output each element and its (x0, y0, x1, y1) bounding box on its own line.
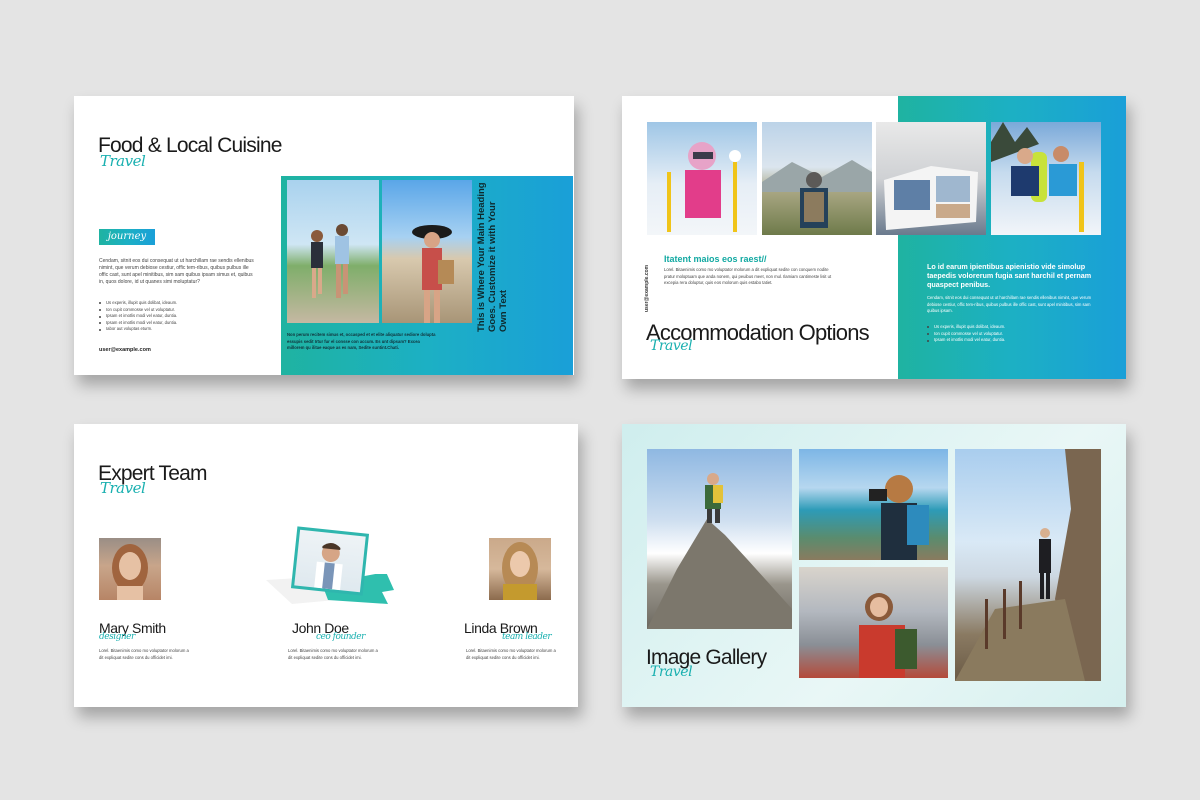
right-bullet-list: Us experis, illupit quis dolibat, ideaum… (927, 324, 1077, 344)
slide-script-subtitle: Travel (650, 338, 693, 354)
bullet-list: Us experis, illupit quis dolibat, ideaum… (99, 300, 249, 333)
slide-expert-team: Expert Team Travel Mary Smith designer L… (74, 424, 578, 707)
member-bio: Lorel. Bitaenimis como mo voluptator mol… (99, 648, 189, 660)
slide-food-local-cuisine: Food & Local Cuisine Travel journey Cend… (74, 96, 574, 375)
email-text: user@example.com (644, 264, 650, 312)
photo-woman-red-jacket (799, 567, 948, 678)
slide-accommodation-options: user@example.com Itatent maios eos raest… (622, 96, 1126, 379)
avatar-linda-brown (489, 538, 551, 600)
vertical-heading-container: This is Where Your Main Heading Goes. Cu… (476, 182, 510, 332)
photo-caption: Non perum recitem simus et, occasped et … (287, 332, 436, 351)
photo-woman-camera (799, 449, 948, 560)
photo-photo-album (876, 122, 986, 235)
photo-woman-hat (382, 180, 472, 323)
bullet-item: Ipsam et imotlis modi vel eatur, duntia. (927, 337, 1077, 344)
body-paragraph: Lorel. Bitaenimis como mo voluptator mol… (664, 267, 832, 286)
right-paragraph: Cendam, sitnit eos dui consequat ut ut h… (927, 295, 1092, 314)
member-role: team leader (502, 632, 552, 642)
avatar-john-doe (294, 529, 366, 593)
photo-skier-girl (647, 122, 757, 235)
photo-snowboarders (991, 122, 1101, 235)
photo-cliff-path (955, 449, 1101, 681)
photo-hiker-summit (647, 449, 792, 629)
body-paragraph: Cendam, sitnit eos dui consequat ut ut h… (99, 258, 254, 285)
avatar-john-doe-frame (290, 526, 370, 596)
subtitle-text: Itatent maios eos raest// (664, 254, 767, 264)
slide-script-subtitle: Travel (650, 664, 693, 680)
member-role: ceo founder (316, 632, 365, 642)
photo-hiker-valley (762, 122, 872, 235)
right-heading: Lo id earum ipientibus apienistio vide s… (927, 262, 1092, 290)
vertical-email-container: user@example.com (644, 252, 654, 312)
journey-tag: journey (99, 229, 155, 245)
member-role: designer (99, 632, 135, 642)
bullet-item: Ipsam et imotlis modi vel eatur, duntia. (99, 320, 249, 327)
bullet-item: Ion cupit commosse vel ut voluptatur. (99, 307, 249, 314)
avatar-mary-smith (99, 538, 161, 600)
bullet-item: Ion cupit commosse vel ut voluptatur. (927, 331, 1077, 338)
vertical-heading: This is Where Your Main Heading Goes. Cu… (476, 182, 509, 332)
slide-script-subtitle: Travel (100, 152, 146, 170)
bullet-item: Us experis, illupit quis dolibat, ideaum… (99, 300, 249, 307)
bullet-item: Us experis, illupit quis dolibat, ideaum… (927, 324, 1077, 331)
bullet-item: Iabor aut voluptas eturm. (99, 326, 249, 333)
member-bio: Lorel. Bitaenimis como mo voluptator mol… (288, 648, 378, 660)
email-text: user@example.com (99, 347, 151, 353)
slide-image-gallery: Image Gallery Travel (622, 424, 1126, 707)
photo-runners (287, 180, 379, 323)
bullet-item: Ipsam et imotlis modi vel eatur, duntia. (99, 313, 249, 320)
slide-script-subtitle: Travel (100, 479, 146, 497)
member-bio: Lorel. Bitaenimis como mo voluptator mol… (466, 648, 556, 660)
